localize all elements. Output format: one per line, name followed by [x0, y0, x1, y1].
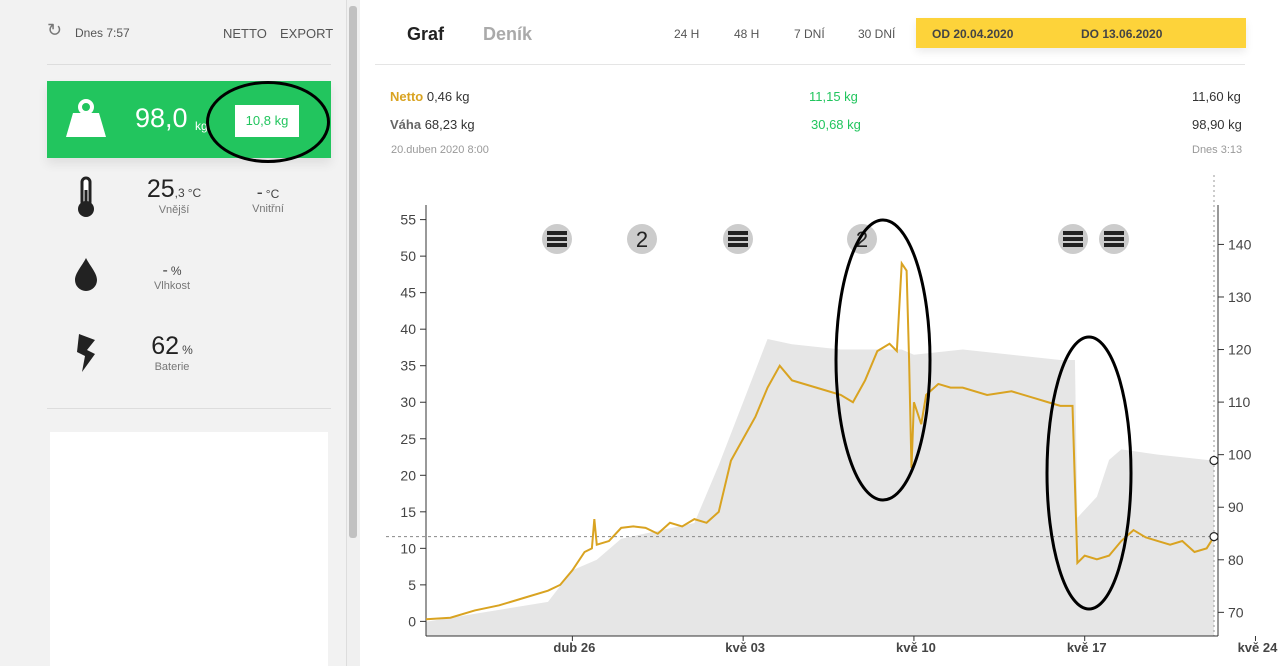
- x-tick-label: kvě 03: [725, 640, 765, 655]
- hive-icon: [1063, 237, 1083, 241]
- x-tick-label: kvě 17: [1067, 640, 1107, 655]
- y-right-tick-label: 80: [1228, 552, 1244, 568]
- y-right-tick-label: 100: [1228, 447, 1252, 463]
- y-right-tick-label: 140: [1228, 236, 1252, 252]
- hive-icon: [728, 231, 748, 235]
- x-tick-label: kvě 10: [896, 640, 936, 655]
- hive-icon: [1063, 231, 1083, 235]
- y-left-tick-label: 40: [400, 321, 416, 337]
- hive-icon: [1104, 237, 1124, 241]
- y-left-tick-label: 5: [408, 577, 416, 593]
- y-left-tick-label: 20: [400, 467, 416, 483]
- y-right-tick-label: 90: [1228, 499, 1244, 515]
- event-count-label: 2: [636, 227, 648, 252]
- y-left-tick-label: 45: [400, 285, 416, 301]
- y-right-tick-label: 130: [1228, 289, 1252, 305]
- y-left-tick-label: 50: [400, 248, 416, 264]
- y-right-tick-label: 110: [1228, 394, 1251, 410]
- weight-chart: 0 5 10 15 20 25 30 35 40 45 50 55 70 80 90 100 110 120 130…: [386, 175, 1279, 655]
- y-left-tick-label: 15: [400, 504, 416, 520]
- y-left-tick-label: 35: [400, 358, 416, 374]
- hive-icon: [728, 237, 748, 241]
- x-tick-label: dub 26: [553, 640, 595, 655]
- y-right-tick-label: 70: [1228, 604, 1244, 620]
- hive-icon: [547, 231, 567, 235]
- hive-icon: [1063, 243, 1083, 247]
- y-left-tick-label: 25: [400, 431, 416, 447]
- hive-icon: [1104, 231, 1124, 235]
- y-left-tick-label: 0: [408, 613, 416, 629]
- hive-icon: [547, 237, 567, 241]
- hive-icon: [1104, 243, 1124, 247]
- hive-icon: [728, 243, 748, 247]
- y-left-tick-label: 55: [400, 212, 416, 228]
- y-right-tick-label: 120: [1228, 342, 1252, 358]
- y-left-tick-label: 30: [400, 394, 416, 410]
- y-left-tick-label: 10: [400, 540, 416, 556]
- netto-end-point: [1209, 532, 1219, 542]
- x-tick-label: kvě 24: [1238, 640, 1279, 655]
- hive-icon: [547, 243, 567, 247]
- vaha-end-point: [1209, 455, 1219, 466]
